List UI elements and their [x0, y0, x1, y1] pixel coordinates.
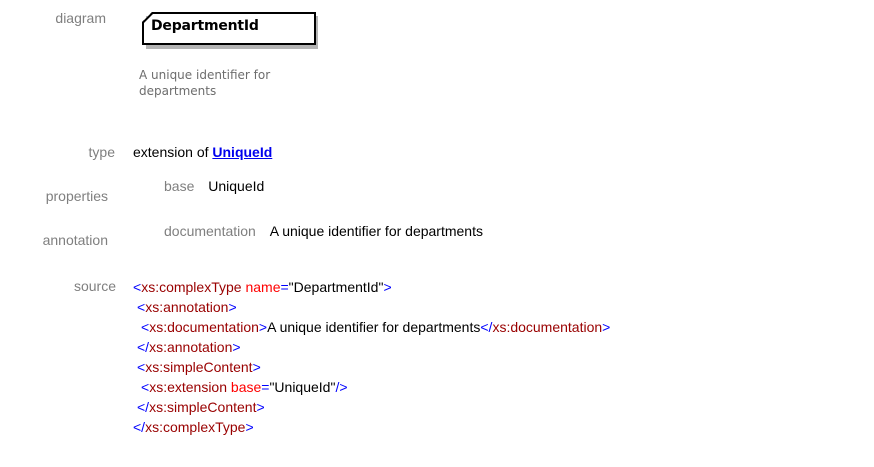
xml-element: xs:complexType: [145, 419, 246, 435]
diagram-type-name: DepartmentId: [151, 18, 259, 34]
xml-element: xs:extension: [149, 379, 228, 395]
type-value: extension of UniqueId: [133, 144, 272, 160]
diagram-documentation: A unique identifier for departments: [139, 67, 329, 99]
properties-label: properties: [45, 188, 108, 204]
xml-element: xs:simpleContent: [145, 359, 253, 375]
diagram-box[interactable]: DepartmentId: [142, 12, 326, 53]
xml-element: xs:annotation: [145, 299, 229, 315]
type-link-uniqueid[interactable]: UniqueId: [212, 144, 272, 160]
annotation-label: annotation: [42, 232, 108, 248]
source-line: <xs:simpleContent>: [137, 359, 261, 375]
diagram-doc-line2: departments: [139, 84, 217, 98]
type-label: type: [88, 144, 115, 160]
properties-key: base: [164, 178, 195, 194]
source-line: <xs:annotation>: [137, 299, 237, 315]
xml-element: xs:simpleContent: [149, 399, 257, 415]
diagram-label: diagram: [55, 10, 106, 26]
xml-value: "DepartmentId": [288, 279, 384, 295]
annotation-key: documentation: [164, 223, 256, 239]
diagram-doc-line1: A unique identifier for: [139, 68, 271, 82]
type-prefix: extension of: [133, 144, 209, 160]
properties-row: base UniqueId: [164, 178, 264, 194]
xml-text: A unique identifier for departments: [267, 319, 481, 335]
source-line: </xs:simpleContent>: [137, 399, 265, 415]
properties-value: UniqueId: [208, 178, 265, 194]
xml-element: xs:annotation: [149, 339, 233, 355]
xml-element: xs:documentation: [492, 319, 603, 335]
source-line: </xs:annotation>: [137, 339, 241, 355]
source-line: </xs:complexType>: [133, 419, 254, 435]
xml-attribute: name: [245, 279, 281, 295]
xml-value: "UniqueId": [269, 379, 336, 395]
annotation-row: documentation A unique identifier for de…: [164, 223, 483, 239]
source-line: <xs:documentation>A unique identifier fo…: [141, 319, 611, 335]
source-line: <xs:complexType name="DepartmentId">: [133, 279, 392, 295]
annotation-value: A unique identifier for departments: [269, 223, 483, 239]
xml-element: xs:documentation: [149, 319, 259, 335]
source-code: <xs:complexType name="DepartmentId"> <xs…: [133, 277, 610, 437]
source-line: <xs:extension base="UniqueId"/>: [141, 379, 348, 395]
source-label: source: [73, 278, 116, 294]
xml-attribute: base: [230, 379, 262, 395]
xml-element: xs:complexType: [141, 279, 242, 295]
